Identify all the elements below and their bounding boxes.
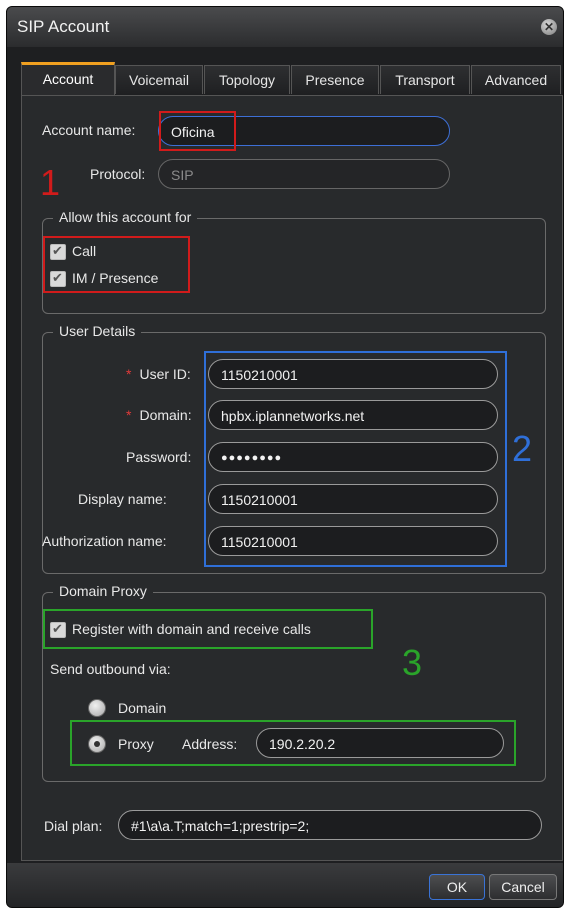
account-tab-panel: Account name: Oficina Protocol: SIP 1 Al… (21, 95, 563, 861)
allow-account-legend: Allow this account for (53, 209, 198, 225)
window-title: SIP Account (17, 17, 110, 36)
tab-voicemail[interactable]: Voicemail (115, 65, 203, 94)
protocol-label: Protocol: (90, 166, 146, 182)
domain-label-text: Domain: (139, 407, 192, 423)
annotation-box-proxy (70, 720, 516, 766)
domain-proxy-legend: Domain Proxy (53, 583, 153, 599)
dial-plan-label: Dial plan: (44, 818, 103, 834)
required-marker: * (126, 366, 132, 382)
tab-account[interactable]: Account (21, 62, 115, 95)
password-label: Password: (126, 449, 192, 465)
cancel-button[interactable]: Cancel (489, 874, 557, 900)
annotation-box-account-name (159, 111, 236, 151)
close-icon[interactable]: ✕ (541, 19, 557, 35)
domain-radio[interactable] (88, 699, 106, 717)
required-marker: * (126, 407, 132, 423)
user-id-label-text: User ID: (139, 366, 191, 382)
dial-plan-input[interactable]: #1\a\a.T;match=1;prestrip=2; (118, 810, 542, 840)
account-name-label: Account name: (42, 122, 136, 138)
tab-transport[interactable]: Transport (380, 65, 470, 94)
annotation-box-register (43, 609, 373, 649)
button-bar: OK Cancel (7, 863, 563, 907)
annotation-number-1: 1 (40, 162, 61, 203)
protocol-field: SIP (158, 159, 450, 189)
user-id-label: * User ID: (126, 366, 191, 382)
tab-advanced[interactable]: Advanced (471, 65, 561, 94)
domain-radio-label: Domain (118, 700, 167, 716)
send-outbound-label: Send outbound via: (50, 661, 171, 677)
tab-presence[interactable]: Presence (291, 65, 379, 94)
sip-account-window: SIP Account ✕ Account Voicemail Topology… (6, 6, 564, 908)
annotation-number-2: 2 (512, 428, 533, 469)
annotation-number-3: 3 (402, 642, 423, 683)
ok-button[interactable]: OK (429, 874, 485, 900)
title-bar: SIP Account ✕ (7, 7, 563, 47)
annotation-box-user-details (204, 351, 507, 567)
tab-topology[interactable]: Topology (204, 65, 290, 94)
authorization-name-label: Authorization name: (42, 533, 167, 549)
domain-label: * Domain: (126, 407, 192, 423)
user-details-legend: User Details (53, 323, 142, 339)
annotation-box-allow (43, 236, 190, 293)
display-name-label: Display name: (78, 491, 167, 507)
